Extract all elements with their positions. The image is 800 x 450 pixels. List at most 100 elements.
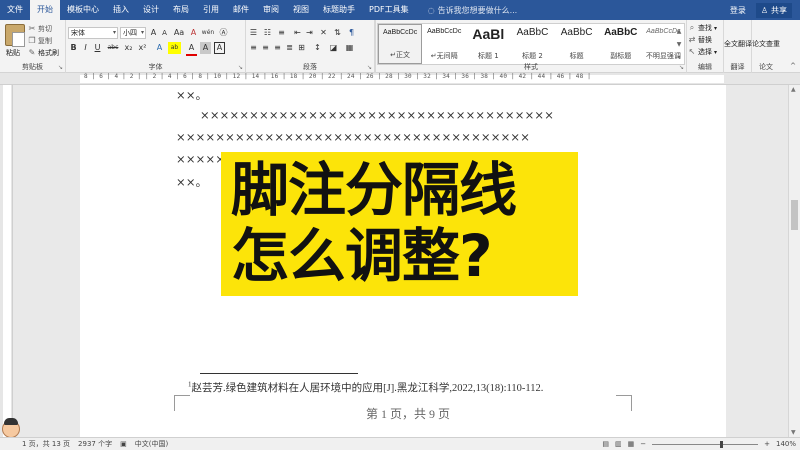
align-left-icon[interactable]: ≡ <box>248 42 259 54</box>
font-color-button[interactable]: A <box>186 42 197 56</box>
borders-icon[interactable]: ▦ <box>344 42 355 54</box>
scroll-up-icon[interactable]: ▲ <box>791 86 796 93</box>
multilevel-list-icon[interactable]: ≡ <box>276 27 287 39</box>
tab-file[interactable]: 文件 <box>0 0 30 20</box>
change-case-button[interactable]: Aa <box>172 27 186 39</box>
tab-pdf-tools[interactable]: PDF工具集 <box>362 0 416 20</box>
collapse-ribbon-icon[interactable]: ^ <box>790 62 796 70</box>
superscript-button[interactable]: x² <box>136 42 149 54</box>
font-launcher-icon[interactable]: ↘ <box>238 64 243 71</box>
cut-button[interactable]: ✂ 剪切 <box>28 24 52 34</box>
tab-home[interactable]: 开始 <box>30 0 60 20</box>
doc-line-3[interactable]: ×××××××××××××××××××××××××××××××××××× <box>176 130 530 144</box>
horizontal-ruler[interactable]: 8 | 6 | 4 | 2 | | 2 | 4 | 6 | 8 | 10 | 1… <box>0 73 800 85</box>
tab-design[interactable]: 设计 <box>136 0 166 20</box>
char-border-button[interactable]: A <box>214 42 225 54</box>
sort-icon[interactable]: ⇅ <box>332 27 343 39</box>
read-mode-icon[interactable]: ▤ <box>602 440 609 448</box>
share-button[interactable]: ♙ 共享 <box>755 2 792 18</box>
font-size-combo[interactable]: 小四 ▾ <box>120 27 146 39</box>
doc-line-2[interactable]: ×××××××××××××××××××××××××××××××××××× <box>200 108 554 122</box>
paper-group: 论文查重 论文 <box>752 20 780 73</box>
increase-indent-icon[interactable]: ⇥ <box>304 27 315 39</box>
zoom-in-icon[interactable]: + <box>764 440 770 448</box>
format-painter-button[interactable]: ✎ 格式刷 <box>28 48 59 58</box>
chinese-layout-icon[interactable]: ✕ <box>318 27 329 39</box>
chevron-down-icon: ▾ <box>140 29 144 36</box>
numbering-icon[interactable]: ☷ <box>262 27 273 39</box>
font-name-value: 宋体 <box>71 29 85 37</box>
subscript-button[interactable]: x₂ <box>122 42 135 54</box>
tab-mailings[interactable]: 邮件 <box>226 0 256 20</box>
paste-label[interactable]: 粘贴 <box>6 48 20 58</box>
full-translate-button[interactable]: 全文翻译 <box>724 40 752 49</box>
doc-text: ×××××××××××××××××××××××××××××××××××× <box>200 108 555 122</box>
font-size-value: 小四 <box>123 29 137 37</box>
align-center-icon[interactable]: ≡ <box>260 42 271 54</box>
bullets-icon[interactable]: ☰ <box>248 27 259 39</box>
tab-review[interactable]: 审阅 <box>256 0 286 20</box>
styles-launcher-icon[interactable]: ↘ <box>679 64 684 71</box>
print-layout-icon[interactable]: ▥ <box>615 440 622 448</box>
font-name-combo[interactable]: 宋体 ▾ <box>68 27 118 39</box>
bold-button[interactable]: B <box>68 42 79 54</box>
margin-corner-mark <box>616 395 632 411</box>
grow-font-button[interactable]: A <box>148 27 159 39</box>
proofing-icon[interactable]: ▣ <box>120 440 127 448</box>
translate-group-label: 翻译 <box>730 63 745 71</box>
distribute-icon[interactable]: ⊞ <box>296 42 307 54</box>
underline-button[interactable]: U <box>92 42 103 54</box>
show-marks-icon[interactable]: ¶ <box>346 27 357 39</box>
tell-me-box[interactable]: ◌ 告诉我您想要做什么... <box>428 5 518 16</box>
copy-button[interactable]: ❐ 复制 <box>28 36 52 46</box>
italic-button[interactable]: I <box>80 42 91 54</box>
enclose-char-button[interactable]: Ⓐ <box>218 27 229 39</box>
scroll-down-icon[interactable]: ▼ <box>791 429 796 436</box>
tab-view[interactable]: 视图 <box>286 0 316 20</box>
justify-icon[interactable]: ≣ <box>284 42 295 54</box>
zoom-slider-thumb[interactable] <box>720 440 724 448</box>
zoom-out-icon[interactable]: − <box>640 440 646 448</box>
doc-line-1[interactable]: ××。 <box>176 87 207 103</box>
scrollbar-thumb[interactable] <box>791 200 798 230</box>
align-right-icon[interactable]: ≡ <box>272 42 283 54</box>
paper-check-button[interactable]: 论文查重 <box>752 40 780 49</box>
paragraph-launcher-icon[interactable]: ↘ <box>367 64 372 71</box>
paragraph-group: ☰ ☷ ≡ ⇤ ⇥ ✕ ⇅ ¶ ≡ ≡ ≡ ≣ ⊞ ↕ ◪ ▦ 段落 ↘ <box>246 20 375 73</box>
doc-line-5[interactable]: ××。 <box>176 174 207 190</box>
language-status[interactable]: 中文(中国) <box>135 439 168 449</box>
tab-title-assistant[interactable]: 标题助手 <box>316 0 362 20</box>
clear-format-button[interactable]: A <box>188 27 199 39</box>
login-button[interactable]: 登录 <box>730 5 746 16</box>
shading-icon[interactable]: ◪ <box>328 42 339 54</box>
tab-template-center[interactable]: 模板中心 <box>60 0 106 20</box>
char-shading-button[interactable]: A <box>200 42 211 54</box>
decrease-indent-icon[interactable]: ⇤ <box>292 27 303 39</box>
share-label: 共享 <box>771 5 787 15</box>
page-count[interactable]: 1 页，共 13 页 <box>22 439 70 449</box>
vertical-scrollbar[interactable]: ▲ ▼ <box>788 85 800 437</box>
paste-icon[interactable] <box>5 24 25 47</box>
line-spacing-icon[interactable]: ↕ <box>312 42 323 54</box>
text-effects-button[interactable]: A <box>154 42 165 54</box>
web-layout-icon[interactable]: ▦ <box>628 440 635 448</box>
shrink-font-button[interactable]: A <box>159 27 170 39</box>
tab-references[interactable]: 引用 <box>196 0 226 20</box>
doc-text: ××。 <box>176 175 208 189</box>
editing-group-label: 编辑 <box>698 63 712 71</box>
tab-insert[interactable]: 插入 <box>106 0 136 20</box>
zoom-level[interactable]: 140% <box>776 440 796 448</box>
footnote-text[interactable]: 1赵芸芳.绿色建筑材料在人居环境中的应用[J].黑龙江科学,2022,13(18… <box>188 380 543 395</box>
tab-layout[interactable]: 布局 <box>166 0 196 20</box>
brush-icon: ✎ <box>28 48 36 57</box>
phonetic-guide-button[interactable]: wén <box>200 27 216 39</box>
zoom-slider[interactable] <box>652 440 759 448</box>
vertical-ruler[interactable] <box>0 85 13 437</box>
highlight-button[interactable]: ab <box>168 42 181 54</box>
paper-group-label: 论文 <box>759 63 773 71</box>
strikethrough-button[interactable]: abc <box>106 42 120 54</box>
word-count[interactable]: 2937 个字 <box>78 439 112 449</box>
clipboard-launcher-icon[interactable]: ↘ <box>58 64 63 71</box>
footnote-separator[interactable] <box>200 373 358 374</box>
paragraph-group-label: 段落 <box>303 63 317 71</box>
